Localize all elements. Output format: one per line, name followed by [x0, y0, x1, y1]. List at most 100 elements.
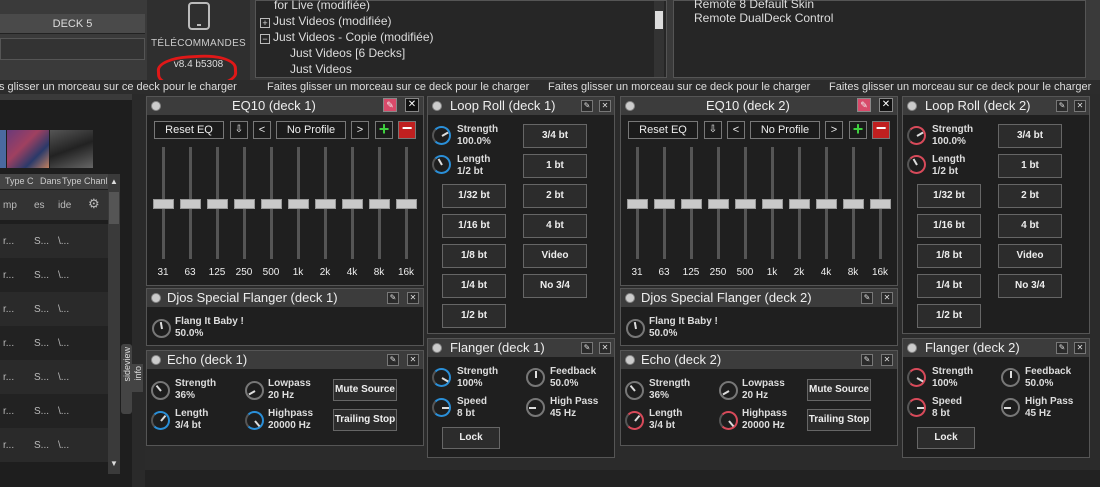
table-row[interactable]: r... S... \... [0, 428, 108, 462]
profile-select[interactable]: No Profile [276, 121, 346, 139]
save-icon[interactable]: ⇩ [704, 121, 722, 139]
strength-knob[interactable] [907, 368, 926, 387]
power-icon[interactable] [151, 101, 161, 111]
remote-skin-list[interactable]: Remote 8 Default Skin Remote DualDeck Co… [673, 0, 1086, 78]
highpass-knob[interactable] [719, 411, 738, 430]
remote-item[interactable]: Remote DualDeck Control [694, 11, 833, 25]
eq-fader-handle[interactable] [234, 199, 255, 209]
eq-fader-handle[interactable] [396, 199, 417, 209]
sideview-tab[interactable]: sideview [121, 344, 132, 414]
reset-eq-button[interactable]: Reset EQ [154, 121, 224, 139]
column-header[interactable]: Dans [40, 176, 61, 186]
column-header[interactable]: C [27, 176, 34, 186]
eq-fader-handle[interactable] [762, 199, 783, 209]
close-icon[interactable]: ✕ [407, 292, 419, 304]
table-row[interactable]: r... S... \... [0, 394, 108, 428]
scroll-down-icon[interactable]: ▼ [110, 459, 118, 468]
pin-icon[interactable]: ✎ [857, 98, 871, 112]
eq-fader-handle[interactable] [627, 199, 648, 209]
loop-button[interactable]: 1/8 bt [917, 244, 981, 268]
filter-cell[interactable]: es [34, 200, 45, 211]
eq-fader-handle[interactable] [288, 199, 309, 209]
loop-button[interactable]: 1/32 bt [917, 184, 981, 208]
tree-item[interactable]: Just Videos [6 Decks] [290, 45, 405, 61]
remove-profile-button[interactable]: − [398, 119, 416, 139]
power-icon[interactable] [151, 293, 161, 303]
prev-profile-button[interactable]: < [727, 121, 745, 139]
close-icon[interactable]: ✕ [879, 98, 893, 112]
skin-tree[interactable]: for Live (modifiée) + Just Videos (modifi… [255, 0, 667, 78]
length-knob[interactable] [432, 155, 451, 174]
eq-fader-handle[interactable] [870, 199, 891, 209]
pin-icon[interactable]: ✎ [387, 292, 399, 304]
column-header[interactable]: Type [5, 176, 25, 186]
prev-profile-button[interactable]: < [253, 121, 271, 139]
trailing-stop-button[interactable]: Trailing Stop [333, 409, 397, 431]
strength-knob[interactable] [432, 368, 451, 387]
loop-button[interactable]: 1/2 bt [917, 304, 981, 328]
loop-button[interactable]: 1/32 bt [442, 184, 506, 208]
tree-item[interactable]: + Just Videos (modifiée) [260, 13, 392, 29]
video-button[interactable]: Video [523, 244, 587, 268]
length-knob[interactable] [151, 411, 170, 430]
expand-icon[interactable]: + [260, 18, 270, 28]
loop-button[interactable]: 1/4 bt [442, 274, 506, 298]
tree-item[interactable]: for Live (modifiée) [274, 0, 370, 13]
eq-fader-handle[interactable] [654, 199, 675, 209]
strength-knob[interactable] [432, 126, 451, 145]
tree-item[interactable]: − Just Videos - Copie (modifiée) [260, 29, 434, 45]
reset-eq-button[interactable]: Reset EQ [628, 121, 698, 139]
no-34-button[interactable]: No 3/4 [998, 274, 1062, 298]
power-icon[interactable] [907, 101, 917, 111]
close-icon[interactable]: ✕ [599, 342, 611, 354]
eq-fader-handle[interactable] [789, 199, 810, 209]
loop-button[interactable]: 1 bt [998, 154, 1062, 178]
power-icon[interactable] [907, 343, 917, 353]
speed-knob[interactable] [432, 398, 451, 417]
highpass-knob[interactable] [245, 411, 264, 430]
feedback-knob[interactable] [526, 368, 545, 387]
length-knob[interactable] [625, 411, 644, 430]
video-thumbnails[interactable] [0, 130, 95, 168]
table-row[interactable]: r... S... \... [0, 326, 108, 360]
video-button[interactable]: Video [998, 244, 1062, 268]
loop-button[interactable]: 2 bt [523, 184, 587, 208]
loop-button[interactable]: 3/4 bt [523, 124, 587, 148]
deck5-tab[interactable]: DECK 5 [0, 14, 145, 34]
power-icon[interactable] [625, 293, 635, 303]
drag-hint[interactable]: Faites glisser un morceau sur ce deck po… [267, 81, 529, 93]
loop-button[interactable]: 2 bt [998, 184, 1062, 208]
drag-hint[interactable]: Faites glisser un morceau sur ce deck po… [829, 81, 1091, 93]
pin-icon[interactable]: ✎ [581, 342, 593, 354]
collapse-icon[interactable]: − [260, 34, 270, 44]
loop-button[interactable]: 1/2 bt [442, 304, 506, 328]
flang-knob[interactable] [152, 319, 171, 338]
thumbnail[interactable] [50, 130, 93, 168]
power-icon[interactable] [151, 355, 161, 365]
loop-button[interactable]: 3/4 bt [998, 124, 1062, 148]
speed-knob[interactable] [907, 398, 926, 417]
save-icon[interactable]: ⇩ [230, 121, 248, 139]
eq-fader-handle[interactable] [369, 199, 390, 209]
eq-fader-handle[interactable] [816, 199, 837, 209]
close-icon[interactable]: ✕ [881, 354, 893, 366]
strength-knob[interactable] [907, 126, 926, 145]
loop-button[interactable]: 1/16 bt [442, 214, 506, 238]
power-icon[interactable] [625, 101, 635, 111]
strength-knob[interactable] [151, 381, 170, 400]
table-row[interactable]: r... S... \... [0, 360, 108, 394]
pin-icon[interactable]: ✎ [581, 100, 593, 112]
tree-item[interactable]: Just Videos [290, 61, 352, 77]
info-tab[interactable]: info [132, 364, 143, 392]
thumbnail[interactable] [7, 130, 49, 168]
add-profile-button[interactable]: + [849, 120, 867, 139]
power-icon[interactable] [432, 343, 442, 353]
eq-fader-handle[interactable] [315, 199, 336, 209]
pin-icon[interactable]: ✎ [1056, 100, 1068, 112]
drag-hint[interactable]: s glisser un morceau sur ce deck pour le… [0, 81, 237, 93]
strength-knob[interactable] [625, 381, 644, 400]
column-header[interactable]: Chanl [84, 176, 108, 186]
loop-button[interactable]: 4 bt [998, 214, 1062, 238]
thumbnail[interactable] [0, 130, 6, 168]
lock-button[interactable]: Lock [917, 427, 975, 449]
